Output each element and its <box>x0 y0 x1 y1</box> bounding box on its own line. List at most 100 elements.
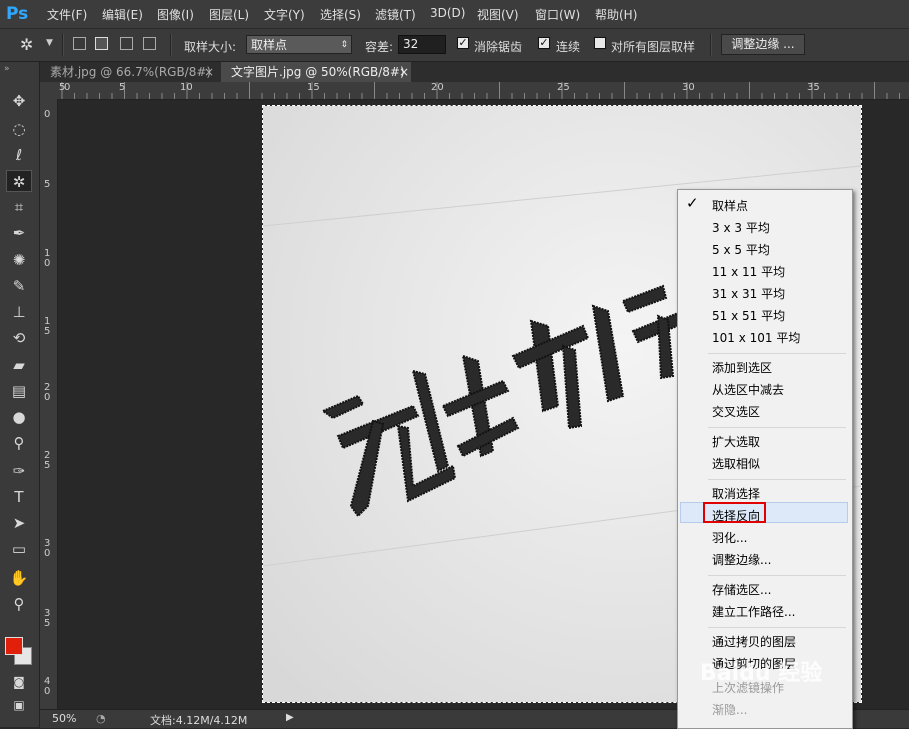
collapse-panel-icon[interactable]: » <box>4 64 10 74</box>
menu-item-make-work-path[interactable]: 建立工作路径... <box>712 603 795 620</box>
menu-item-refine-edge[interactable]: 调整边缘... <box>712 551 771 568</box>
ruler-label: 0 <box>44 109 51 120</box>
tab-material[interactable]: 素材.jpg @ 66.7%(RGB/8#) × <box>40 62 220 82</box>
menu-item-101x101[interactable]: 101 x 101 平均 <box>712 329 800 346</box>
menu-window[interactable]: 窗口(W) <box>535 6 580 23</box>
marquee-tool-icon[interactable]: ◌ <box>6 118 32 140</box>
tolerance-label: 容差: <box>365 40 394 54</box>
document-tab-bar: 素材.jpg @ 66.7%(RGB/8#) × 文字图片.jpg @ 50%(… <box>40 62 909 82</box>
healing-brush-tool-icon[interactable]: ✺ <box>6 249 32 271</box>
menu-item-layer-via-copy[interactable]: 通过拷贝的图层 <box>712 633 796 650</box>
menu-item-grow[interactable]: 扩大选取 <box>712 433 760 450</box>
sample-size-select[interactable]: 取样点 ⇕ <box>246 35 352 54</box>
menu-item-save-selection[interactable]: 存储选区... <box>712 581 771 598</box>
ruler-label: 1 0 <box>44 248 51 269</box>
sample-size-label: 取样大小: <box>184 40 237 54</box>
ruler-label: 5 <box>119 82 126 93</box>
menu-item-deselect[interactable]: 取消选择 <box>712 485 760 502</box>
highlight-annotation-box <box>703 502 766 523</box>
status-info-icon[interactable]: ◔ <box>96 712 106 725</box>
all-layers-checkbox[interactable] <box>594 37 606 49</box>
tolerance-input[interactable]: 32 <box>398 35 446 54</box>
menu-image[interactable]: 图像(I) <box>157 6 194 23</box>
subtract-selection-icon[interactable] <box>120 37 133 50</box>
tool-preset-chevron-icon[interactable]: ▼ <box>46 38 53 48</box>
zoom-tool-icon[interactable]: ⚲ <box>6 593 32 615</box>
dodge-tool-icon[interactable]: ⚲ <box>6 432 32 454</box>
lasso-tool-icon[interactable]: ℓ <box>6 144 32 166</box>
checkmark-icon: ✓ <box>686 194 699 212</box>
context-menu: ✓ 取样点 3 x 3 平均 5 x 5 平均 11 x 11 平均 31 x … <box>677 189 853 729</box>
quick-mask-icon[interactable]: ◙ <box>6 671 32 693</box>
ruler-label: 0 <box>64 82 71 93</box>
menu-3d[interactable]: 3D(D) <box>430 6 465 20</box>
magic-wand-icon[interactable]: ✲ <box>20 35 33 54</box>
menu-item-intersect-selection[interactable]: 交叉选区 <box>712 403 760 420</box>
options-bar: ✲ ▼ 取样大小: 取样点 ⇕ 容差: 32 ✓ 消除锯齿 ✓ 连续 对所有图层… <box>0 29 909 62</box>
photoshop-logo-icon: Ps <box>6 4 29 24</box>
menu-item-feather[interactable]: 羽化... <box>712 529 747 546</box>
ruler-label: 15 <box>307 82 320 93</box>
ruler-label: 30 <box>682 82 695 93</box>
rectangle-tool-icon[interactable]: ▭ <box>6 538 32 560</box>
antialias-checkbox[interactable]: ✓ <box>457 37 469 49</box>
add-to-selection-icon[interactable] <box>95 37 108 50</box>
all-layers-label: 对所有图层取样 <box>611 40 696 54</box>
menu-item-subtract-from-selection[interactable]: 从选区中减去 <box>712 381 784 398</box>
vertical-ruler: 0 5 1 0 1 5 2 0 2 5 3 0 3 5 4 0 <box>40 99 58 709</box>
magic-wand-tool-icon[interactable]: ✲ <box>6 170 32 192</box>
menu-help[interactable]: 帮助(H) <box>595 6 637 23</box>
close-icon[interactable]: × <box>204 62 214 82</box>
pen-tool-icon[interactable]: ✑ <box>6 460 32 482</box>
gradient-tool-icon[interactable]: ▤ <box>6 380 32 402</box>
clone-stamp-tool-icon[interactable]: ⊥ <box>6 301 32 323</box>
menu-select[interactable]: 选择(S) <box>320 6 361 23</box>
menu-item-31x31[interactable]: 31 x 31 平均 <box>712 285 785 302</box>
zoom-level[interactable]: 50% <box>52 712 76 725</box>
menu-type[interactable]: 文字(Y) <box>264 6 305 23</box>
ruler-label: 3 0 <box>44 538 51 559</box>
menu-item-11x11[interactable]: 11 x 11 平均 <box>712 263 785 280</box>
ruler-label: 35 <box>807 82 820 93</box>
blur-tool-icon[interactable]: ● <box>6 406 32 428</box>
menu-item-sample-point[interactable]: 取样点 <box>712 197 748 214</box>
ruler-label: 25 <box>557 82 570 93</box>
menu-edit[interactable]: 编辑(E) <box>102 6 143 23</box>
foreground-color-fill[interactable] <box>5 637 23 655</box>
menu-layer[interactable]: 图层(L) <box>209 6 249 23</box>
path-selection-tool-icon[interactable]: ➤ <box>6 512 32 534</box>
hand-tool-icon[interactable]: ✋ <box>6 567 32 589</box>
menu-item-3x3[interactable]: 3 x 3 平均 <box>712 219 770 236</box>
menu-file[interactable]: 文件(F) <box>47 6 87 23</box>
brush-tool-icon[interactable]: ✎ <box>6 275 32 297</box>
crop-tool-icon[interactable]: ⌗ <box>6 196 32 218</box>
baidu-watermark: Baidu 经验 <box>700 661 823 686</box>
eraser-tool-icon[interactable]: ▰ <box>6 354 32 376</box>
menu-view[interactable]: 视图(V) <box>477 6 519 23</box>
ruler-label: 3 5 <box>44 608 51 629</box>
menu-item-51x51[interactable]: 51 x 51 平均 <box>712 307 785 324</box>
close-icon[interactable]: × <box>399 62 409 82</box>
menu-item-similar[interactable]: 选取相似 <box>712 455 760 472</box>
contiguous-label: 连续 <box>556 40 581 54</box>
menu-item-fade[interactable]: 渐隐... <box>712 701 747 718</box>
tab-text-image[interactable]: 文字图片.jpg @ 50%(RGB/8#) × <box>221 62 411 82</box>
intersect-selection-icon[interactable] <box>143 37 156 50</box>
select-arrows-icon: ⇕ <box>340 40 348 50</box>
ruler-label: 10 <box>180 82 193 93</box>
menu-filter[interactable]: 滤镜(T) <box>375 6 416 23</box>
new-selection-icon[interactable] <box>73 37 86 50</box>
history-brush-tool-icon[interactable]: ⟲ <box>6 327 32 349</box>
tab-label: 素材.jpg @ 66.7%(RGB/8#) <box>50 65 212 79</box>
eyedropper-tool-icon[interactable]: ✒ <box>6 222 32 244</box>
menu-item-add-to-selection[interactable]: 添加到选区 <box>712 359 772 376</box>
ruler-label: 2 0 <box>44 382 51 403</box>
move-tool-icon[interactable]: ✥ <box>6 90 32 112</box>
ruler-label: 1 5 <box>44 316 51 337</box>
contiguous-checkbox[interactable]: ✓ <box>538 37 550 49</box>
status-menu-arrow-icon[interactable]: ▶ <box>286 712 294 723</box>
screen-mode-icon[interactable]: ▣ <box>6 694 32 716</box>
refine-edge-button[interactable]: 调整边缘 ... <box>721 34 805 55</box>
menu-item-5x5[interactable]: 5 x 5 平均 <box>712 241 770 258</box>
type-tool-icon[interactable]: T <box>6 486 32 508</box>
